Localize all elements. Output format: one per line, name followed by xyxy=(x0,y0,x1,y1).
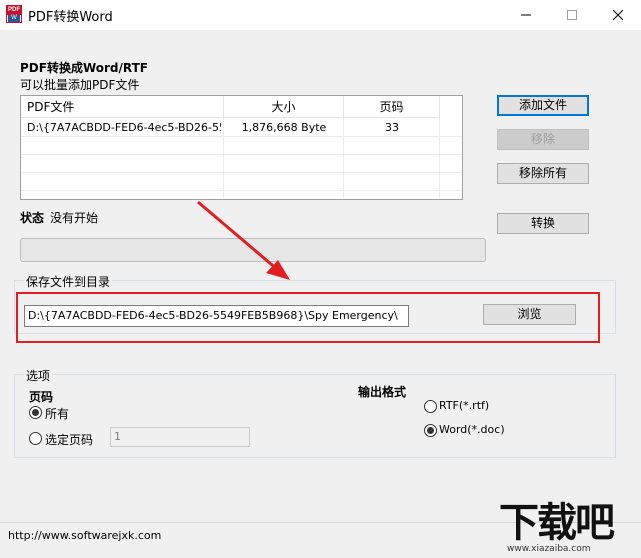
app-icon: PDF W xyxy=(6,5,22,23)
minimize-icon xyxy=(521,14,531,16)
selected-pages-field[interactable]: 1 xyxy=(110,427,250,447)
radio-all-label: 所有 xyxy=(45,407,70,421)
radio-rtf-indicator[interactable] xyxy=(424,400,437,413)
convert-heading: PDF转换成Word/RTF xyxy=(20,61,148,75)
watermark-site: www.xiazaiba.com xyxy=(507,544,591,554)
remove-button[interactable]: 移除 xyxy=(497,129,589,150)
radio-word-format[interactable]: Word(*.doc) xyxy=(424,423,505,437)
column-header-file[interactable]: PDF文件 xyxy=(21,96,224,118)
radio-selected-pages[interactable]: 选定页码 xyxy=(29,432,93,447)
output-format-label: 输出格式 xyxy=(358,385,407,399)
radio-word-indicator[interactable] xyxy=(424,424,437,437)
browse-button[interactable]: 浏览 xyxy=(483,304,576,325)
window-title: PDF转换Word xyxy=(28,10,113,25)
convert-button[interactable]: 转换 xyxy=(497,213,589,234)
pages-label: 页码 xyxy=(29,390,54,404)
remove-all-button[interactable]: 移除所有 xyxy=(497,163,589,184)
radio-word-label: Word(*.doc) xyxy=(439,423,505,436)
column-header-size[interactable]: 大小 xyxy=(224,96,344,118)
radio-selected-label: 选定页码 xyxy=(45,433,94,447)
status-value: 没有开始 xyxy=(50,211,99,225)
row-file-path: D:\{7A7ACBDD-FED6-4ec5-BD26-554... xyxy=(27,121,221,134)
radio-selected-indicator[interactable] xyxy=(29,432,42,445)
watermark-brand: 下载吧 xyxy=(499,500,615,546)
radio-rtf-label: RTF(*.rtf) xyxy=(439,399,490,412)
radio-all-indicator[interactable] xyxy=(29,406,42,419)
row-file-size: 1,876,668 Byte xyxy=(241,121,327,134)
minimize-button[interactable] xyxy=(503,0,549,30)
annotation-arrow-icon xyxy=(197,200,290,280)
radio-rtf-format[interactable]: RTF(*.rtf) xyxy=(424,399,489,413)
column-header-pages[interactable]: 页码 xyxy=(344,96,440,118)
options-group xyxy=(14,374,616,458)
close-icon xyxy=(613,10,623,20)
save-directory-label: 保存文件到目录 xyxy=(24,273,113,290)
footer-url: http://www.softwarejxk.com xyxy=(8,529,162,542)
convert-subheading: 可以批量添加PDF文件 xyxy=(20,78,140,92)
radio-all-pages[interactable]: 所有 xyxy=(29,406,69,421)
close-button[interactable] xyxy=(595,0,641,30)
save-path-field[interactable]: D:\{7A7ACBDD-FED6-4ec5-BD26-5549FEB5B968… xyxy=(24,305,409,327)
maximize-button[interactable] xyxy=(549,0,595,30)
maximize-icon xyxy=(567,10,577,20)
add-file-button[interactable]: 添加文件 xyxy=(497,95,589,116)
options-label: 选项 xyxy=(24,367,53,384)
row-page-count: 33 xyxy=(385,121,399,134)
title-bar[interactable]: PDF W PDF转换Word xyxy=(0,0,641,30)
watermark-logo: 下载吧 www.xiazaiba.com xyxy=(497,502,637,558)
status-label: 状态 xyxy=(20,211,45,225)
file-list[interactable]: PDF文件 大小 页码 D:\{7A7ACBDD-FED6-4ec5-BD26-… xyxy=(20,95,463,200)
